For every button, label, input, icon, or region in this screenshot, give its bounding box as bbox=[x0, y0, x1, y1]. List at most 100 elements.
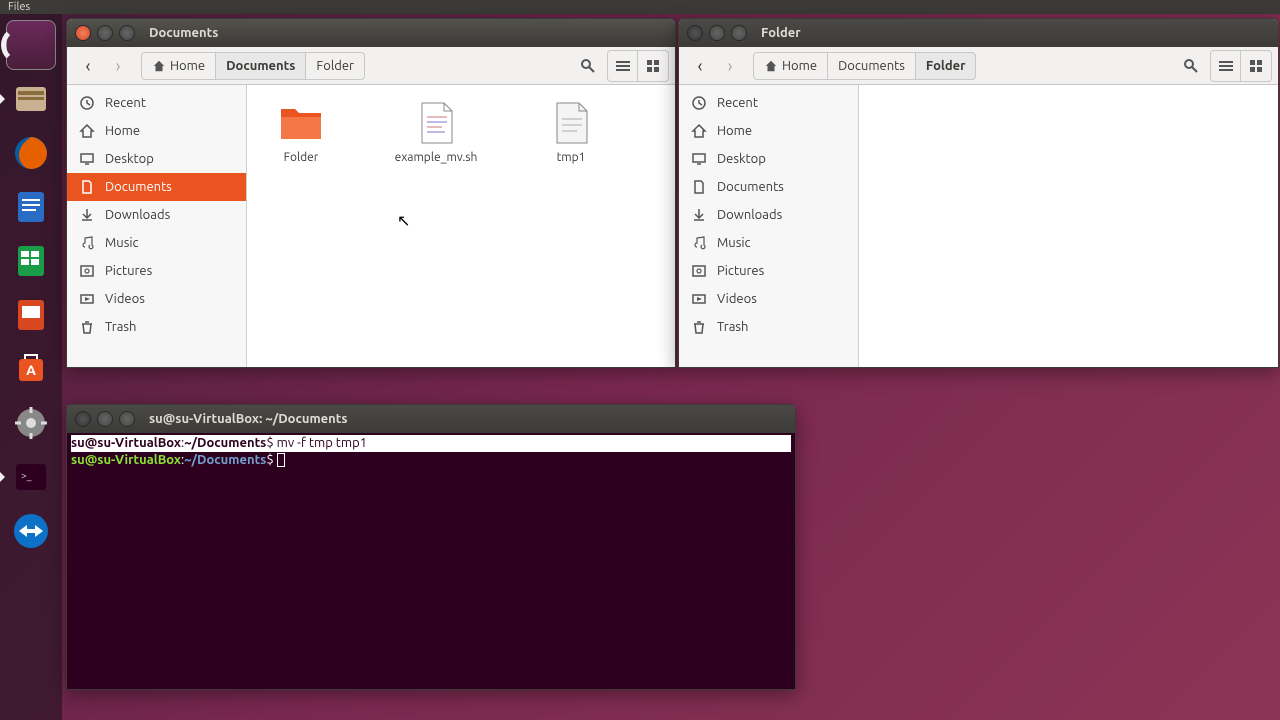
search-icon bbox=[1183, 58, 1199, 74]
file-manager-window-documents: Documents ‹ › Home Documents Folder Rece… bbox=[66, 18, 676, 368]
clock-icon bbox=[691, 95, 707, 111]
videos-icon bbox=[79, 291, 95, 307]
launcher-files[interactable] bbox=[6, 74, 56, 124]
pictures-icon bbox=[79, 263, 95, 279]
breadcrumb-documents[interactable]: Documents bbox=[215, 52, 305, 80]
home-icon bbox=[764, 59, 778, 73]
list-icon bbox=[1219, 59, 1233, 73]
terminal-body[interactable]: su@su-VirtualBox:~/Documents$ mv -f tmp … bbox=[67, 433, 795, 471]
sidebar-item-downloads[interactable]: Downloads bbox=[679, 201, 858, 229]
sidebar: Recent Home Desktop Documents Downloads … bbox=[67, 85, 247, 367]
desktop-icon bbox=[79, 151, 95, 167]
sidebar-item-desktop[interactable]: Desktop bbox=[67, 145, 246, 173]
sidebar-item-trash[interactable]: Trash bbox=[679, 313, 858, 341]
search-button[interactable] bbox=[573, 51, 603, 81]
file-item-folder[interactable]: Folder bbox=[261, 99, 341, 164]
svg-text:>_: >_ bbox=[21, 470, 32, 481]
grid-view-button[interactable] bbox=[638, 51, 668, 81]
terminal-line: su@su-VirtualBox:~/Documents$ mv -f tmp … bbox=[71, 435, 791, 452]
maximize-button[interactable] bbox=[119, 25, 135, 41]
close-button[interactable] bbox=[687, 25, 703, 41]
back-button[interactable]: ‹ bbox=[73, 51, 103, 81]
close-button[interactable] bbox=[75, 411, 91, 427]
sidebar-item-documents[interactable]: Documents bbox=[67, 173, 246, 201]
grid-view-button[interactable] bbox=[1241, 51, 1271, 81]
list-view-button[interactable] bbox=[1211, 51, 1241, 81]
launcher-calc[interactable] bbox=[6, 236, 56, 286]
videos-icon bbox=[691, 291, 707, 307]
text-file-icon bbox=[547, 99, 595, 147]
breadcrumb-home[interactable]: Home bbox=[141, 52, 215, 80]
list-icon bbox=[616, 59, 630, 73]
menubar-app[interactable]: Files bbox=[8, 1, 30, 13]
back-button[interactable]: ‹ bbox=[685, 51, 715, 81]
sidebar-item-documents[interactable]: Documents bbox=[679, 173, 858, 201]
sidebar-item-music[interactable]: Music bbox=[67, 229, 246, 257]
maximize-button[interactable] bbox=[119, 411, 135, 427]
desktop-icon bbox=[691, 151, 707, 167]
search-button[interactable] bbox=[1176, 51, 1206, 81]
launcher-software[interactable]: A bbox=[6, 344, 56, 394]
minimize-button[interactable] bbox=[97, 25, 113, 41]
unity-launcher: A >_ bbox=[0, 14, 62, 720]
launcher-impress[interactable] bbox=[6, 290, 56, 340]
sidebar: Recent Home Desktop Documents Downloads … bbox=[679, 85, 859, 367]
launcher-teamviewer[interactable] bbox=[6, 506, 56, 556]
file-item-script[interactable]: example_mv.sh bbox=[381, 99, 491, 164]
launcher-settings[interactable] bbox=[6, 398, 56, 448]
document-icon bbox=[79, 179, 95, 195]
breadcrumb-folder[interactable]: Folder bbox=[305, 52, 365, 80]
folder-icon bbox=[277, 99, 325, 147]
window-title: su@su-VirtualBox: ~/Documents bbox=[149, 412, 348, 426]
file-label: tmp1 bbox=[557, 151, 586, 164]
file-item-text[interactable]: tmp1 bbox=[531, 99, 611, 164]
sidebar-item-home[interactable]: Home bbox=[67, 117, 246, 145]
sidebar-item-desktop[interactable]: Desktop bbox=[679, 145, 858, 173]
breadcrumb-home[interactable]: Home bbox=[753, 52, 827, 80]
breadcrumb-folder[interactable]: Folder bbox=[915, 52, 977, 80]
grid-icon bbox=[1249, 59, 1263, 73]
breadcrumb: Home Documents Folder bbox=[141, 52, 573, 80]
sidebar-item-music[interactable]: Music bbox=[679, 229, 858, 257]
file-content-area[interactable]: Folder example_mv.sh tmp1 ↖ bbox=[247, 85, 675, 367]
mouse-cursor: ↖ bbox=[397, 211, 410, 230]
list-view-button[interactable] bbox=[608, 51, 638, 81]
sidebar-item-downloads[interactable]: Downloads bbox=[67, 201, 246, 229]
sidebar-item-recent[interactable]: Recent bbox=[679, 89, 858, 117]
terminal-line: su@su-VirtualBox:~/Documents$ bbox=[71, 452, 791, 469]
forward-button[interactable]: › bbox=[103, 51, 133, 81]
launcher-terminal[interactable]: >_ bbox=[6, 452, 56, 502]
sidebar-item-pictures[interactable]: Pictures bbox=[67, 257, 246, 285]
sidebar-item-trash[interactable]: Trash bbox=[67, 313, 246, 341]
terminal-window: su@su-VirtualBox: ~/Documents su@su-Virt… bbox=[66, 404, 796, 690]
forward-button[interactable]: › bbox=[715, 51, 745, 81]
file-label: example_mv.sh bbox=[395, 151, 478, 164]
view-toggle bbox=[1210, 50, 1272, 82]
launcher-dash[interactable] bbox=[6, 20, 56, 70]
maximize-button[interactable] bbox=[731, 25, 747, 41]
sidebar-item-recent[interactable]: Recent bbox=[67, 89, 246, 117]
close-button[interactable] bbox=[75, 25, 91, 41]
search-icon bbox=[580, 58, 596, 74]
minimize-button[interactable] bbox=[97, 411, 113, 427]
launcher-writer[interactable] bbox=[6, 182, 56, 232]
minimize-button[interactable] bbox=[709, 25, 725, 41]
home-icon bbox=[152, 59, 166, 73]
file-manager-window-folder: Folder ‹ › Home Documents Folder Recent … bbox=[678, 18, 1279, 368]
file-content-area[interactable] bbox=[859, 85, 1278, 367]
titlebar[interactable]: Folder bbox=[679, 19, 1278, 47]
sidebar-item-home[interactable]: Home bbox=[679, 117, 858, 145]
sidebar-item-videos[interactable]: Videos bbox=[67, 285, 246, 313]
window-title: Documents bbox=[149, 26, 218, 40]
titlebar[interactable]: su@su-VirtualBox: ~/Documents bbox=[67, 405, 795, 433]
music-icon bbox=[79, 235, 95, 251]
toolbar: ‹ › Home Documents Folder bbox=[67, 47, 675, 85]
sidebar-item-pictures[interactable]: Pictures bbox=[679, 257, 858, 285]
window-title: Folder bbox=[761, 26, 801, 40]
document-icon bbox=[691, 179, 707, 195]
launcher-firefox[interactable] bbox=[6, 128, 56, 178]
sidebar-item-videos[interactable]: Videos bbox=[679, 285, 858, 313]
grid-icon bbox=[646, 59, 660, 73]
titlebar[interactable]: Documents bbox=[67, 19, 675, 47]
breadcrumb-documents[interactable]: Documents bbox=[827, 52, 915, 80]
